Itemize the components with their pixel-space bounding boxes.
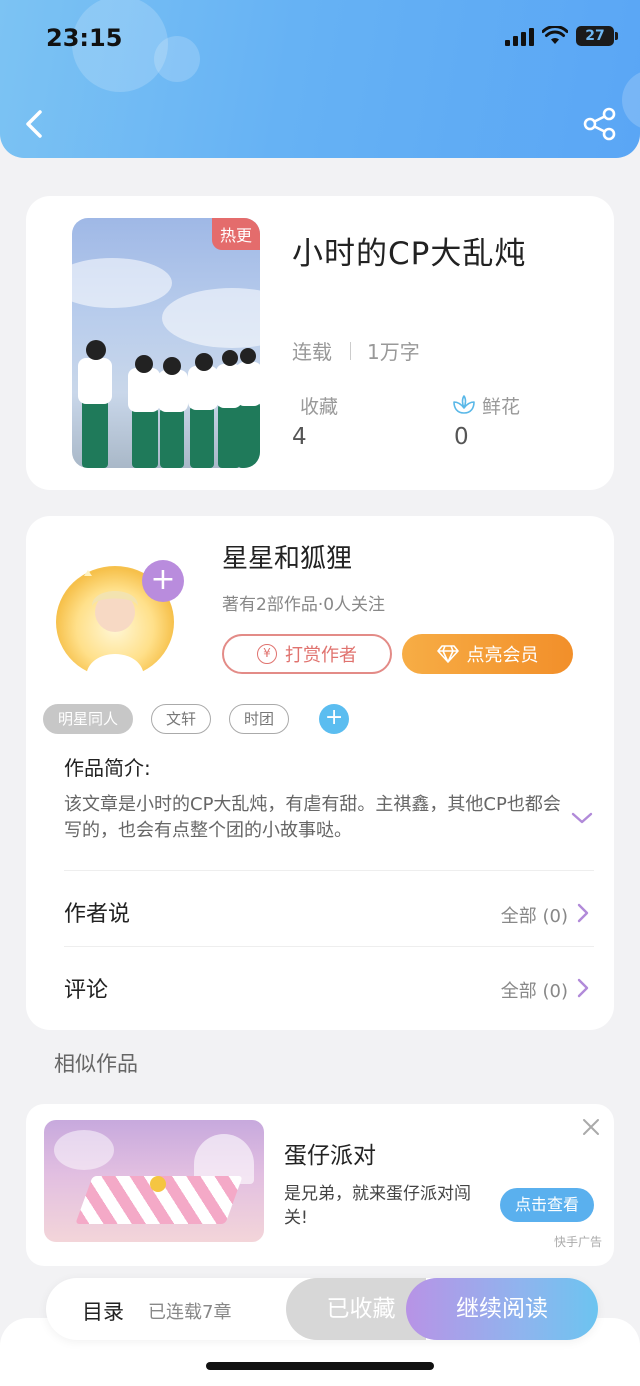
- book-cover-image[interactable]: 热更: [72, 218, 260, 468]
- continue-reading-button[interactable]: 继续阅读: [406, 1278, 598, 1340]
- author-avatar-wrap[interactable]: +: [52, 560, 184, 678]
- tag-item[interactable]: 明星同人: [43, 704, 134, 734]
- add-tag-button[interactable]: +: [319, 704, 350, 734]
- comments-label: 评论: [64, 978, 109, 1003]
- tag-item[interactable]: 文轩: [151, 704, 212, 734]
- bottom-action-bar: 目录 已连载7章 已收藏 继续阅读: [46, 1278, 598, 1340]
- diamond-icon: [436, 645, 459, 663]
- cover-figures: [78, 340, 260, 468]
- status-icons: 27: [505, 26, 618, 46]
- follow-author-button[interactable]: +: [142, 560, 184, 602]
- chevron-right-icon: [577, 903, 589, 923]
- flowers-label: 鲜花: [482, 396, 521, 418]
- decorative-bubble: [154, 36, 200, 82]
- expand-chevron-icon[interactable]: [570, 810, 594, 826]
- author-says-count: 全部 (0): [500, 906, 568, 927]
- intro-title: 作品简介:: [64, 756, 151, 780]
- share-icon[interactable]: [582, 106, 618, 142]
- divider: [64, 946, 594, 947]
- yen-icon: ¥: [257, 644, 277, 664]
- reward-label: 打赏作者: [285, 645, 357, 666]
- divider: [64, 870, 594, 871]
- book-status: 连载 1万字: [292, 336, 420, 365]
- collected-button[interactable]: 已收藏: [286, 1278, 426, 1340]
- top-header: 23:15 27: [0, 0, 640, 158]
- ad-view-button[interactable]: 点击查看: [500, 1188, 594, 1222]
- home-indicator: [206, 1362, 434, 1370]
- signal-icon: [505, 26, 534, 46]
- ad-description: 是兄弟，就来蛋仔派对闯关!: [284, 1184, 471, 1228]
- author-name[interactable]: 星星和狐狸: [222, 538, 352, 575]
- flowers-count: 0: [454, 424, 469, 450]
- reward-author-button[interactable]: ¥ 打赏作者: [222, 634, 392, 674]
- similar-works-title: 相似作品: [54, 1052, 138, 1076]
- author-says-label: 作者说: [64, 902, 131, 927]
- tag-list: 明星同人 文轩 时团 +: [43, 704, 350, 734]
- chevron-right-icon: [577, 978, 589, 998]
- back-button[interactable]: [18, 104, 54, 144]
- status-divider: [350, 341, 351, 360]
- author-card: + 星星和狐狸 著有2部作品·0人关注 ¥ 打赏作者 点亮会员 明星同人 文轩 …: [26, 516, 614, 1030]
- serial-status: 连载: [292, 340, 332, 364]
- word-count: 1万字: [367, 340, 420, 364]
- decorative-bubble: [622, 70, 640, 130]
- flower-icon: [453, 395, 475, 414]
- favorites-label: 收藏: [300, 396, 339, 418]
- tag-item[interactable]: 时团: [229, 704, 290, 734]
- favorites-count: 4: [292, 424, 307, 450]
- battery-icon: 27: [576, 26, 618, 46]
- ad-card[interactable]: 蛋仔派对 是兄弟，就来蛋仔派对闯关! 点击查看 快手广告: [26, 1104, 614, 1266]
- author-meta: 著有2部作品·0人关注: [222, 595, 386, 615]
- intro-text: 该文章是小时的CP大乱炖，有虐有甜。主祺鑫，其他CP也都会写的，也会有点整个团的…: [64, 794, 561, 841]
- ad-source-label: 快手广告: [553, 1235, 602, 1249]
- ad-title: 蛋仔派对: [284, 1143, 376, 1169]
- hot-update-badge: 热更: [211, 218, 260, 250]
- book-title: 小时的CP大乱炖: [292, 236, 527, 272]
- close-icon[interactable]: [580, 1116, 602, 1138]
- vip-membership-button[interactable]: 点亮会员: [402, 634, 573, 674]
- toc-button[interactable]: 目录: [82, 1296, 124, 1326]
- book-info-card: 热更 小时的CP大乱炖 连载 1万字 收藏 4 鲜花 0: [26, 196, 614, 490]
- chapter-count: 已连载7章: [148, 1302, 232, 1323]
- status-time: 23:15: [46, 24, 123, 52]
- vip-label: 点亮会员: [466, 645, 539, 666]
- wifi-icon: [542, 26, 568, 44]
- comments-count: 全部 (0): [500, 981, 568, 1002]
- ad-image[interactable]: [44, 1120, 264, 1242]
